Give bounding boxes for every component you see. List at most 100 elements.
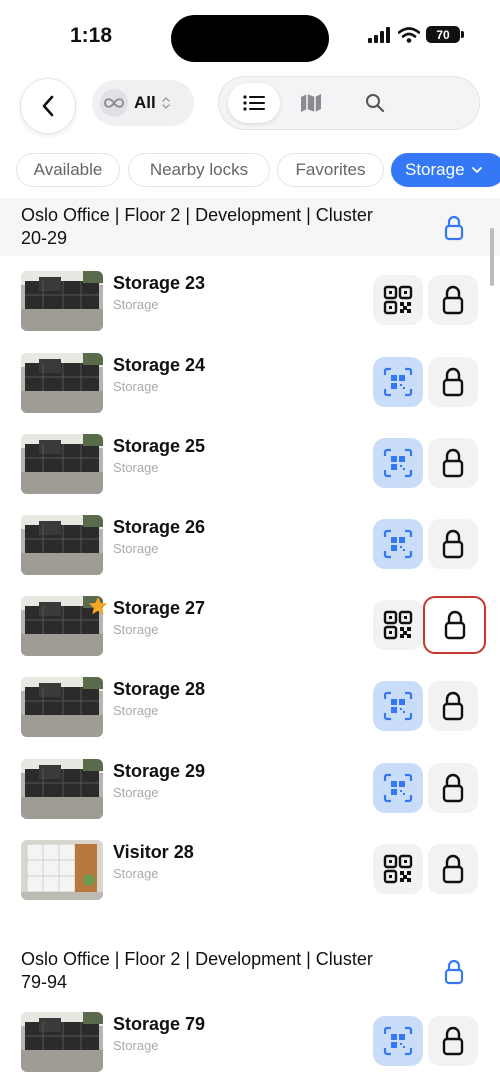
qr-scan-icon <box>383 773 413 803</box>
item-subtitle: Storage <box>113 622 159 637</box>
status-icons: 70 <box>368 26 464 43</box>
item-name: Storage 29 <box>113 761 206 781</box>
filter-chip-nearby-locks[interactable]: Nearby locks <box>128 153 270 187</box>
filter-chip-storage[interactable]: Storage <box>391 153 500 187</box>
qr-scan-icon <box>383 1026 413 1056</box>
item-subtitle: Storage <box>113 703 159 718</box>
chevron-up-down-icon <box>162 97 170 109</box>
item-subtitle: Storage <box>113 866 159 881</box>
qr-code-icon <box>383 610 413 640</box>
item-subtitle: Storage <box>113 1038 159 1053</box>
filter-chip-available[interactable]: Available <box>16 153 120 187</box>
locker-thumbnail <box>21 353 103 413</box>
item-name: Storage 26 <box>113 517 206 537</box>
item-name: Storage 27 <box>113 598 206 618</box>
favorite-star-icon <box>87 595 109 622</box>
list-icon <box>243 95 265 111</box>
qr-code-button[interactable] <box>373 275 423 325</box>
filter-chip-favorites[interactable]: Favorites <box>277 153 384 187</box>
toolbar: All <box>0 74 500 140</box>
search-icon <box>366 94 385 113</box>
scope-selector[interactable]: All <box>92 80 194 126</box>
lock-icon <box>444 610 466 640</box>
filter-chip-label: Favorites <box>295 160 366 179</box>
cellular-signal-icon <box>368 26 390 43</box>
section-title: Oslo Office | Floor 2 | Development | Cl… <box>21 205 373 248</box>
locker-thumbnail <box>21 515 103 575</box>
lock-icon <box>444 959 464 985</box>
item-subtitle: Storage <box>113 297 159 312</box>
wifi-icon <box>398 26 420 43</box>
section-header: Oslo Office | Floor 2 | Development | Cl… <box>0 942 500 1000</box>
filter-chip-label: Available <box>33 160 103 179</box>
list-item[interactable]: Storage 28 Storage <box>0 667 500 747</box>
unlock-button[interactable] <box>428 275 478 325</box>
unlock-button[interactable] <box>428 681 478 731</box>
item-name: Storage 79 <box>113 1014 206 1034</box>
filter-chip-label: Storage <box>405 160 465 179</box>
list-item[interactable]: Storage 29 Storage <box>0 749 500 829</box>
qr-code-button[interactable] <box>373 844 423 894</box>
qr-code-button[interactable] <box>373 1016 423 1066</box>
map-icon <box>301 94 321 112</box>
item-name: Visitor 28 <box>113 842 194 862</box>
lock-icon <box>442 1026 464 1056</box>
locker-thumbnail <box>21 759 103 819</box>
status-bar: 1:18 70 <box>0 0 500 74</box>
lock-icon <box>442 691 464 721</box>
unlock-button[interactable] <box>428 519 478 569</box>
item-subtitle: Storage <box>113 541 159 556</box>
battery-icon: 70 <box>426 26 464 43</box>
section-lock-button[interactable] <box>444 959 464 990</box>
unlock-button[interactable] <box>428 763 478 813</box>
lock-icon <box>442 529 464 559</box>
qr-scan-icon <box>383 691 413 721</box>
section-lock-button[interactable] <box>444 215 464 246</box>
list-item[interactable]: Storage 79 Storage <box>0 1002 500 1082</box>
lock-icon <box>444 215 464 241</box>
item-name: Storage 24 <box>113 355 206 375</box>
qr-code-button[interactable] <box>373 519 423 569</box>
list-item[interactable]: Storage 25 Storage <box>0 424 500 504</box>
qr-code-button[interactable] <box>373 600 423 650</box>
list-item[interactable]: Storage 24 Storage <box>0 343 500 423</box>
item-subtitle: Storage <box>113 379 159 394</box>
locker-thumbnail <box>21 271 103 331</box>
locker-thumbnail <box>21 1012 103 1072</box>
qr-code-button[interactable] <box>373 438 423 488</box>
qr-scan-icon <box>383 529 413 559</box>
qr-code-button[interactable] <box>373 357 423 407</box>
lock-icon <box>442 854 464 884</box>
list-view-button[interactable] <box>228 83 280 123</box>
unlock-button[interactable] <box>428 1016 478 1066</box>
section-header: Oslo Office | Floor 2 | Development | Cl… <box>0 198 500 256</box>
list-item[interactable]: Storage 27 Storage <box>0 586 500 666</box>
qr-code-icon <box>383 854 413 884</box>
chevron-down-icon <box>471 167 482 174</box>
item-subtitle: Storage <box>113 785 159 800</box>
unlock-button[interactable] <box>428 438 478 488</box>
locker-thumbnail <box>21 840 103 900</box>
dynamic-island <box>171 15 329 62</box>
unlock-button[interactable] <box>428 357 478 407</box>
infinity-icon <box>100 89 128 117</box>
search-button[interactable] <box>349 83 401 123</box>
unlock-button[interactable] <box>428 844 478 894</box>
map-view-button[interactable] <box>285 83 337 123</box>
lock-icon <box>442 285 464 315</box>
lock-icon <box>442 773 464 803</box>
filter-bar: Available Nearby locks Favorites Storage <box>0 148 500 192</box>
back-button[interactable] <box>20 78 76 134</box>
list-item[interactable]: Storage 23 Storage <box>0 261 500 341</box>
item-name: Storage 23 <box>113 273 206 293</box>
list-item[interactable]: Storage 26 Storage <box>0 505 500 585</box>
section-title: Oslo Office | Floor 2 | Development | Cl… <box>21 949 373 992</box>
view-switcher <box>218 76 480 130</box>
qr-code-button[interactable] <box>373 763 423 813</box>
qr-scan-icon <box>383 448 413 478</box>
locker-thumbnail <box>21 677 103 737</box>
unlock-button[interactable] <box>423 596 486 654</box>
qr-code-button[interactable] <box>373 681 423 731</box>
qr-scan-icon <box>383 367 413 397</box>
list-item[interactable]: Visitor 28 Storage <box>0 830 500 910</box>
